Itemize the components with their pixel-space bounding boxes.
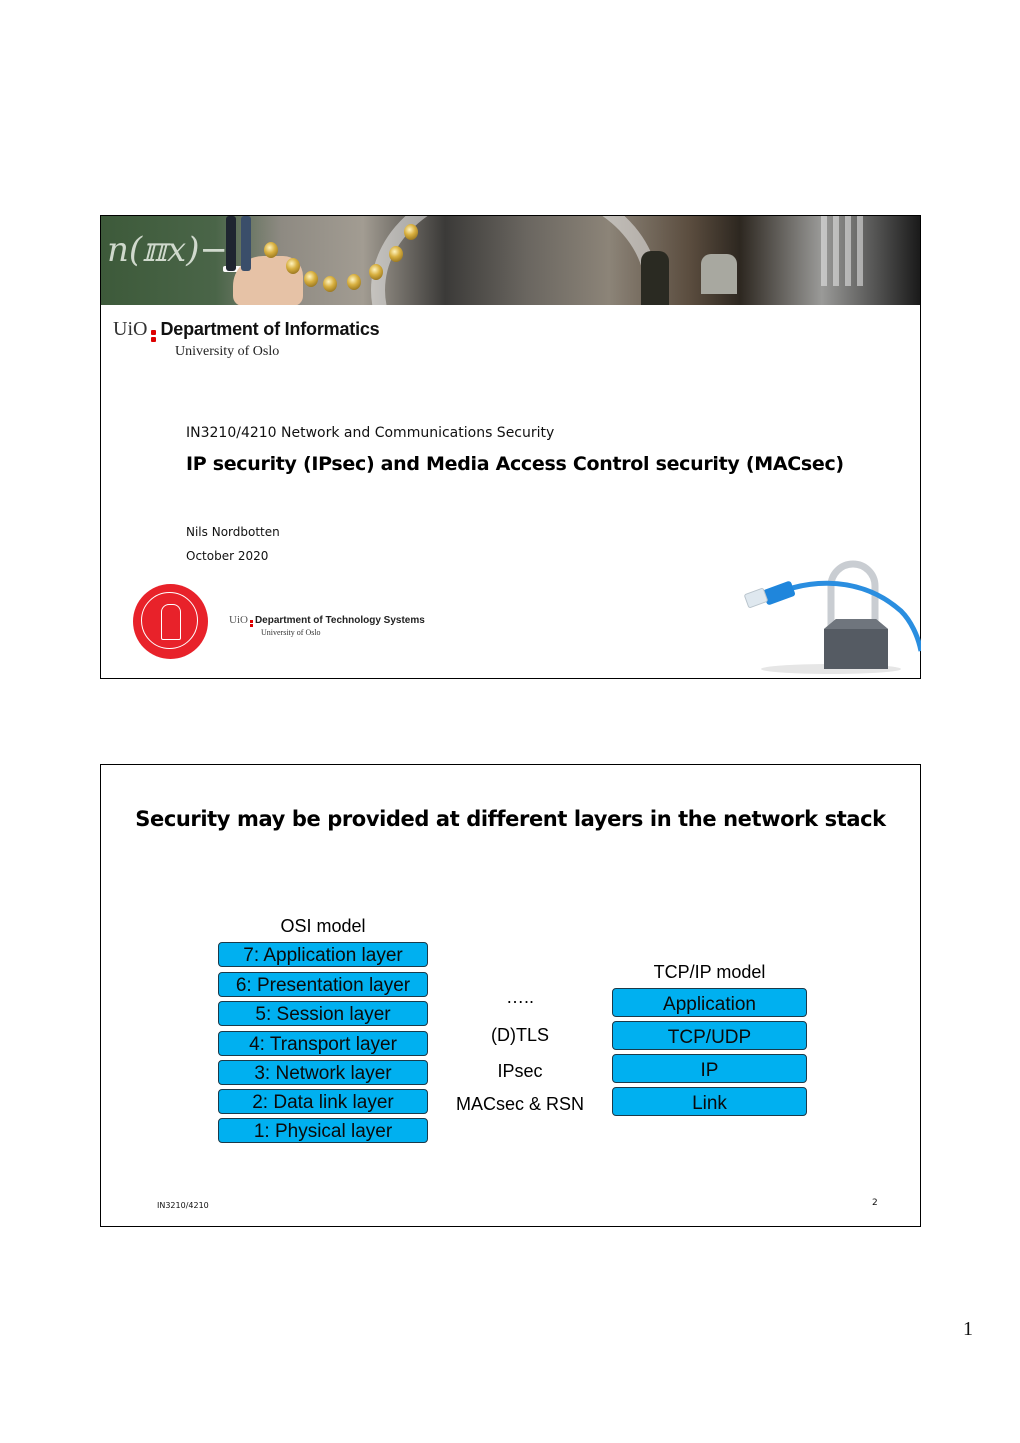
osi-layer-7: 7: Application layer — [218, 942, 428, 967]
column-icon — [821, 216, 827, 286]
author: Nils Nordbotten — [186, 525, 280, 539]
column-icon — [833, 216, 839, 286]
layers-slide: Security may be provided at different la… — [100, 764, 921, 1227]
university-seal-icon — [133, 584, 208, 659]
uio-dots-icon — [249, 620, 253, 628]
tcpip-layer-application: Application — [612, 988, 807, 1017]
osi-layer-4: 4: Transport layer — [218, 1031, 428, 1056]
tcpip-layer-link: Link — [612, 1087, 807, 1116]
padlock-cable-icon — [744, 560, 921, 674]
lecture-title: IP security (IPsec) and Media Access Con… — [186, 453, 844, 475]
gold-ball-icon — [347, 274, 361, 290]
osi-layer-6: 6: Presentation layer — [218, 972, 428, 997]
title-slide: n(ℼx)− UiO Department of Informatics Uni… — [100, 215, 921, 679]
tcpip-model-heading: TCP/IP model — [653, 962, 766, 982]
campus-banner-image: n(ℼx)− — [101, 216, 920, 305]
department-name: Department of Informatics — [160, 319, 380, 339]
column-icon — [845, 216, 851, 286]
person-icon — [701, 254, 737, 294]
walker-icon — [241, 216, 251, 271]
date: October 2020 — [186, 549, 269, 563]
protocol-macsec-rsn: MACsec & RSN — [455, 1094, 585, 1114]
gold-ball-icon — [304, 271, 318, 287]
page-number: 1 — [963, 1318, 973, 1340]
tcpip-layer-transport: TCP/UDP — [612, 1021, 807, 1050]
osi-layer-5: 5: Session layer — [218, 1001, 428, 1026]
gold-ball-icon — [323, 276, 337, 292]
uio-wordmark: UiO — [229, 614, 248, 626]
protocol-dtls: (D)TLS — [491, 1025, 549, 1045]
gold-ball-icon — [264, 242, 278, 258]
gold-ball-icon — [369, 264, 383, 280]
slide-title: Security may be provided at different la… — [135, 807, 886, 831]
tcpip-layer-ip: IP — [612, 1054, 807, 1083]
slide-number: 2 — [872, 1198, 878, 1208]
column-icon — [857, 216, 863, 286]
gold-ball-icon — [286, 258, 300, 274]
protocol-ipsec: IPsec — [497, 1061, 543, 1081]
chalkboard-formula-icon: n(ℼx)− — [107, 230, 228, 270]
walker-icon — [226, 216, 236, 271]
course-name: IN3210/4210 Network and Communications S… — [186, 425, 555, 441]
osi-layer-3: 3: Network layer — [218, 1060, 428, 1085]
uio-wordmark: UiO — [113, 318, 148, 340]
technology-systems-logo: UiO Department of Technology Systems Uni… — [229, 614, 425, 637]
informatics-logo: UiO Department of Informatics University… — [113, 318, 380, 360]
university-name: University of Oslo — [175, 344, 280, 359]
slide-footer-course: IN3210/4210 — [157, 1201, 209, 1210]
osi-model-heading: OSI model — [280, 916, 366, 936]
person-icon — [641, 251, 669, 305]
department-name: Department of Technology Systems — [254, 615, 425, 626]
gold-ball-icon — [404, 224, 418, 240]
osi-layer-1: 1: Physical layer — [218, 1118, 428, 1143]
gold-ball-icon — [389, 246, 403, 262]
university-name: University of Oslo — [261, 627, 321, 637]
seal-figure — [161, 604, 181, 640]
uio-dots-icon — [151, 329, 157, 343]
osi-layer-2: 2: Data link layer — [218, 1089, 428, 1114]
protocol-ellipsis: ….. — [505, 987, 534, 1007]
